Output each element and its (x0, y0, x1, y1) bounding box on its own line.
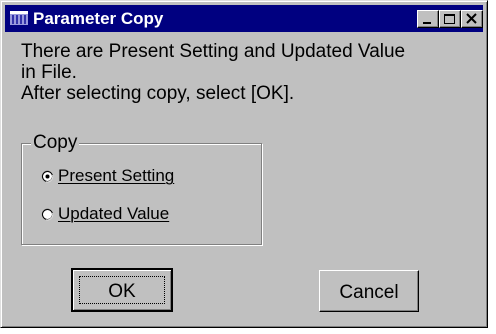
radio-label: Present Setting (58, 166, 175, 185)
maximize-icon (444, 14, 455, 24)
minimize-icon (423, 22, 431, 24)
message-text: There are Present Setting and Updated Va… (21, 41, 481, 104)
window-title: Parameter Copy (33, 9, 164, 28)
radio-updated-value[interactable]: Updated Value (41, 203, 169, 225)
ok-button-label: OK (108, 281, 136, 302)
radio-present-setting[interactable]: Present Setting (41, 165, 174, 187)
message-line: After selecting copy, select [OK]. (21, 83, 295, 104)
copy-group-label: Copy (31, 132, 80, 153)
cancel-button-label: Cancel (339, 282, 399, 303)
minimize-button[interactable] (417, 10, 439, 28)
copy-groupbox (21, 143, 262, 245)
radio-label: Updated Value (58, 204, 170, 223)
close-button[interactable] (461, 10, 483, 28)
message-line: There are Present Setting and Updated Va… (21, 41, 406, 62)
maximize-button[interactable] (439, 10, 461, 28)
message-line: in File. (21, 62, 77, 83)
ok-button[interactable]: OK (71, 268, 173, 312)
radio-checked-icon[interactable] (41, 170, 54, 183)
radio-unchecked-icon[interactable] (41, 208, 54, 221)
close-icon (466, 13, 477, 24)
title-bar[interactable]: Parameter Copy (5, 5, 483, 32)
app-icon (10, 11, 28, 25)
cancel-button[interactable]: Cancel (319, 270, 419, 312)
parameter-copy-dialog: Parameter Copy There are Present Setting… (0, 0, 488, 328)
